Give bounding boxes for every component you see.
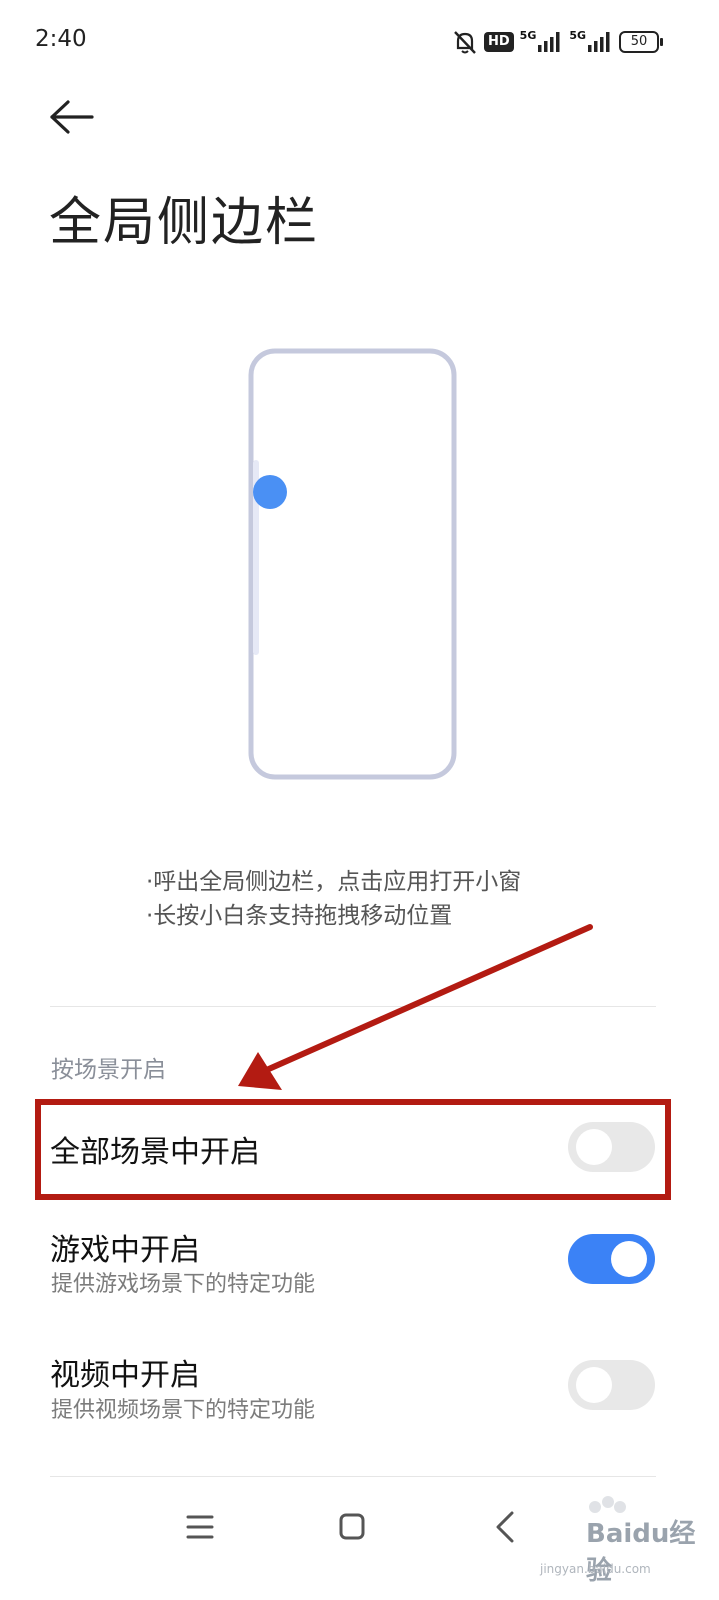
phone-frame: [248, 348, 457, 780]
signal-icon: [588, 32, 610, 52]
divider: [50, 1476, 656, 1477]
toggle-video[interactable]: [568, 1360, 655, 1410]
setting-subtitle: 提供游戏场景下的特定功能: [51, 1272, 316, 1297]
menu-icon[interactable]: [175, 1505, 225, 1549]
signal-icon: [538, 32, 560, 52]
status-time: 2:40: [35, 26, 87, 52]
sidebar-dot: [253, 475, 287, 509]
signal-group-2: 5G: [569, 29, 613, 53]
annotation-highlight-box: [35, 1099, 671, 1200]
toggle-game[interactable]: [568, 1234, 655, 1284]
description-line-1: ·呼出全局侧边栏，点击应用打开小窗: [146, 869, 522, 895]
description-line-2: ·长按小白条支持拖拽移动位置: [146, 903, 453, 929]
watermark-url: jingyan.baidu.com: [540, 1562, 651, 1576]
toggle-knob: [611, 1241, 647, 1277]
page-title: 全局侧边栏: [49, 193, 320, 253]
setting-subtitle: 提供视频场景下的特定功能: [51, 1398, 316, 1423]
section-header: 按场景开启: [51, 1057, 166, 1083]
divider: [50, 1006, 656, 1007]
mute-bell-icon: [454, 31, 476, 54]
network-type-label: 5G: [569, 29, 587, 42]
network-type-label: 5G: [519, 29, 537, 42]
setting-title: 游戏中开启: [50, 1233, 200, 1268]
sidebar-illustration: [248, 348, 457, 780]
status-icons: HD 5G 5G 50: [452, 28, 664, 56]
battery-icon: 50: [619, 31, 664, 53]
battery-level: 50: [619, 31, 660, 53]
home-icon[interactable]: [327, 1505, 377, 1549]
signal-group-1: 5G: [519, 29, 564, 53]
arrow-left-icon[interactable]: [46, 94, 96, 140]
back-chevron-icon[interactable]: [480, 1505, 530, 1549]
toggle-knob: [576, 1367, 612, 1403]
setting-title: 视频中开启: [50, 1358, 200, 1393]
hd-badge: HD: [484, 32, 514, 52]
